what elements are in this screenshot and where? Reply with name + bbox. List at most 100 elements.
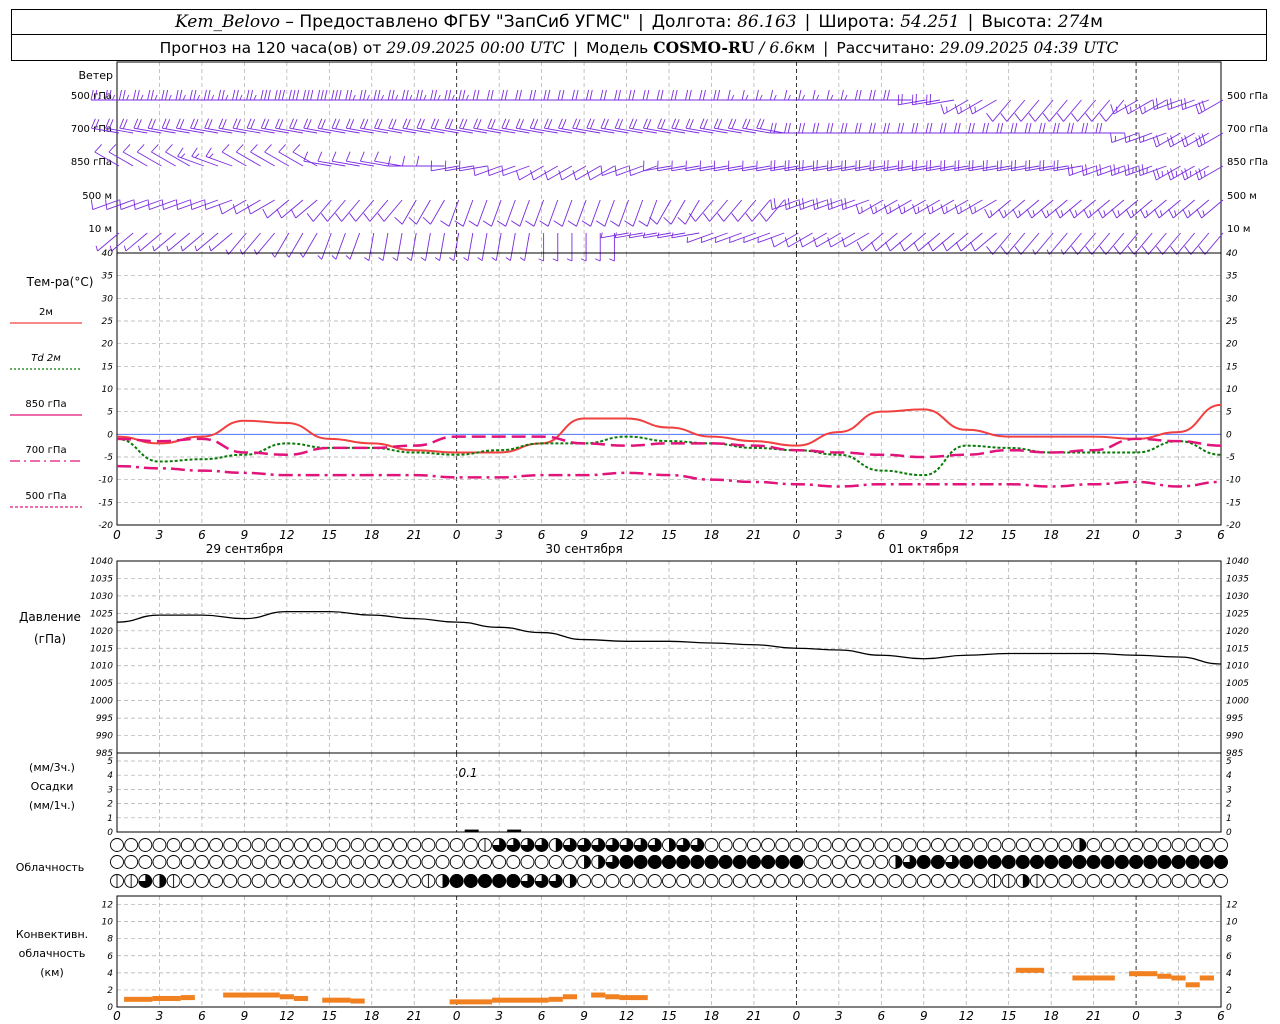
wind-barb-feather [250, 144, 258, 153]
wind-barb [486, 89, 516, 101]
wind-barb [529, 118, 558, 134]
wind-barb-feather [745, 94, 749, 101]
pressure-unit: (гПа) [34, 632, 66, 646]
prec-ytick-left: 3 [107, 785, 113, 795]
wind-barb-feather [345, 151, 351, 162]
wind-barb-feather [515, 170, 520, 181]
cloud-circle [860, 855, 875, 869]
cloud-circle [294, 874, 308, 888]
wind-barb-feather [903, 206, 906, 213]
cloud-circle [520, 855, 535, 869]
wind-barb-feather [152, 245, 155, 252]
wind-barb-staff [946, 232, 969, 252]
cloud-fill [704, 855, 719, 869]
cloud-circle [279, 838, 294, 852]
wind-barb-feather [264, 89, 268, 101]
wind-barb [609, 233, 615, 262]
wind-barb [175, 118, 205, 134]
cloud-circle [831, 838, 846, 852]
cloud-circle [591, 874, 606, 888]
temp-xtick: 9 [920, 528, 928, 542]
conv-xtick: 9 [920, 1009, 928, 1023]
wind-barb-feather [191, 147, 198, 157]
wind-barb-feather [454, 220, 464, 227]
wind-barb-feather [742, 118, 747, 129]
wind-level-label-right: 500 м [1227, 191, 1257, 202]
wind-barb-feather [345, 255, 351, 260]
wind-barb-feather [957, 122, 961, 134]
cloud-circle [534, 855, 549, 869]
wind-barb-feather [423, 94, 427, 101]
wind-barb-feather [260, 118, 266, 129]
cloud-circle [265, 855, 280, 869]
cloud-circle [1199, 874, 1214, 888]
wind-barb [557, 89, 587, 101]
precip-unit-3h: (мм/3ч.) [29, 761, 75, 774]
wind-barb-feather [572, 118, 578, 129]
wind-barb-feather [433, 89, 438, 101]
wind-barb [420, 232, 431, 261]
cloud-circle [662, 874, 676, 888]
wind-barb-feather [331, 118, 337, 129]
wind-barb-feather [969, 241, 976, 252]
wind-barb-feather [913, 241, 919, 252]
wind-barb-feather [501, 118, 507, 129]
wind-barb-feather [363, 119, 369, 129]
wind-barb-feather [511, 220, 521, 227]
wind-barb [769, 122, 799, 134]
conv-xtick: 3 [1175, 1009, 1183, 1023]
wind-barb-feather [897, 122, 901, 134]
cloud-fill [1086, 855, 1101, 869]
wind-barb [926, 93, 955, 106]
conv-ytick-left: 2 [107, 986, 113, 996]
wind-barb-feather [1028, 113, 1036, 122]
wind-barb [133, 118, 162, 134]
temp-xtick: 15 [322, 528, 337, 542]
cloud-circle [407, 855, 422, 869]
wind-barb-staff [388, 127, 417, 134]
wind-barb [364, 232, 375, 261]
cloud-circle [336, 874, 351, 888]
wind-barb-feather [689, 119, 694, 129]
wind-barb-feather [281, 89, 285, 101]
wind-barb-staff [346, 127, 374, 134]
wind-barb-feather [929, 122, 933, 134]
conv-ytick-right: 6 [1226, 952, 1232, 962]
cloud-circle [916, 874, 931, 888]
wind-barb-staff [228, 232, 247, 255]
wind-barb-feather [1097, 208, 1103, 219]
cloud-circle [279, 855, 294, 869]
wind-barb-feather [784, 122, 788, 134]
wind-barb-staff [544, 127, 573, 134]
wind-barb [982, 122, 1011, 134]
wind-barb-feather [203, 89, 207, 101]
wind-barb-feather [207, 89, 211, 101]
wind-barb [1141, 232, 1167, 255]
wind-barb [571, 89, 601, 101]
temp-ytick-right: 20 [1226, 340, 1238, 350]
wind-barb-feather [702, 89, 706, 101]
temp-ytick-left: 40 [102, 249, 114, 259]
cloud-fill [463, 874, 478, 888]
cloud-circle [718, 874, 733, 888]
wind-barb-feather [1188, 210, 1191, 216]
wind-barb-staff [335, 232, 346, 260]
wind-barb-staff [261, 127, 289, 134]
conv-xtick: 12 [279, 1009, 294, 1023]
wind-barb-feather [458, 89, 462, 101]
cloud-circle [817, 874, 832, 888]
wind-barb [359, 151, 389, 167]
wind-barb-feather [278, 144, 287, 153]
wind-barb [572, 118, 601, 134]
wind-barb [501, 118, 530, 134]
wind-barb-staff [643, 127, 672, 134]
wind-barb-staff [684, 199, 700, 225]
cloud-circle [336, 838, 351, 852]
wind-barb [854, 122, 884, 134]
cloud-fill [1114, 855, 1129, 869]
wind-barb-feather [600, 232, 603, 238]
wind-barb-feather [533, 119, 539, 129]
wind-barb-feather [359, 151, 365, 162]
wind-barb-feather [402, 118, 408, 129]
cloud-circle [647, 874, 662, 888]
